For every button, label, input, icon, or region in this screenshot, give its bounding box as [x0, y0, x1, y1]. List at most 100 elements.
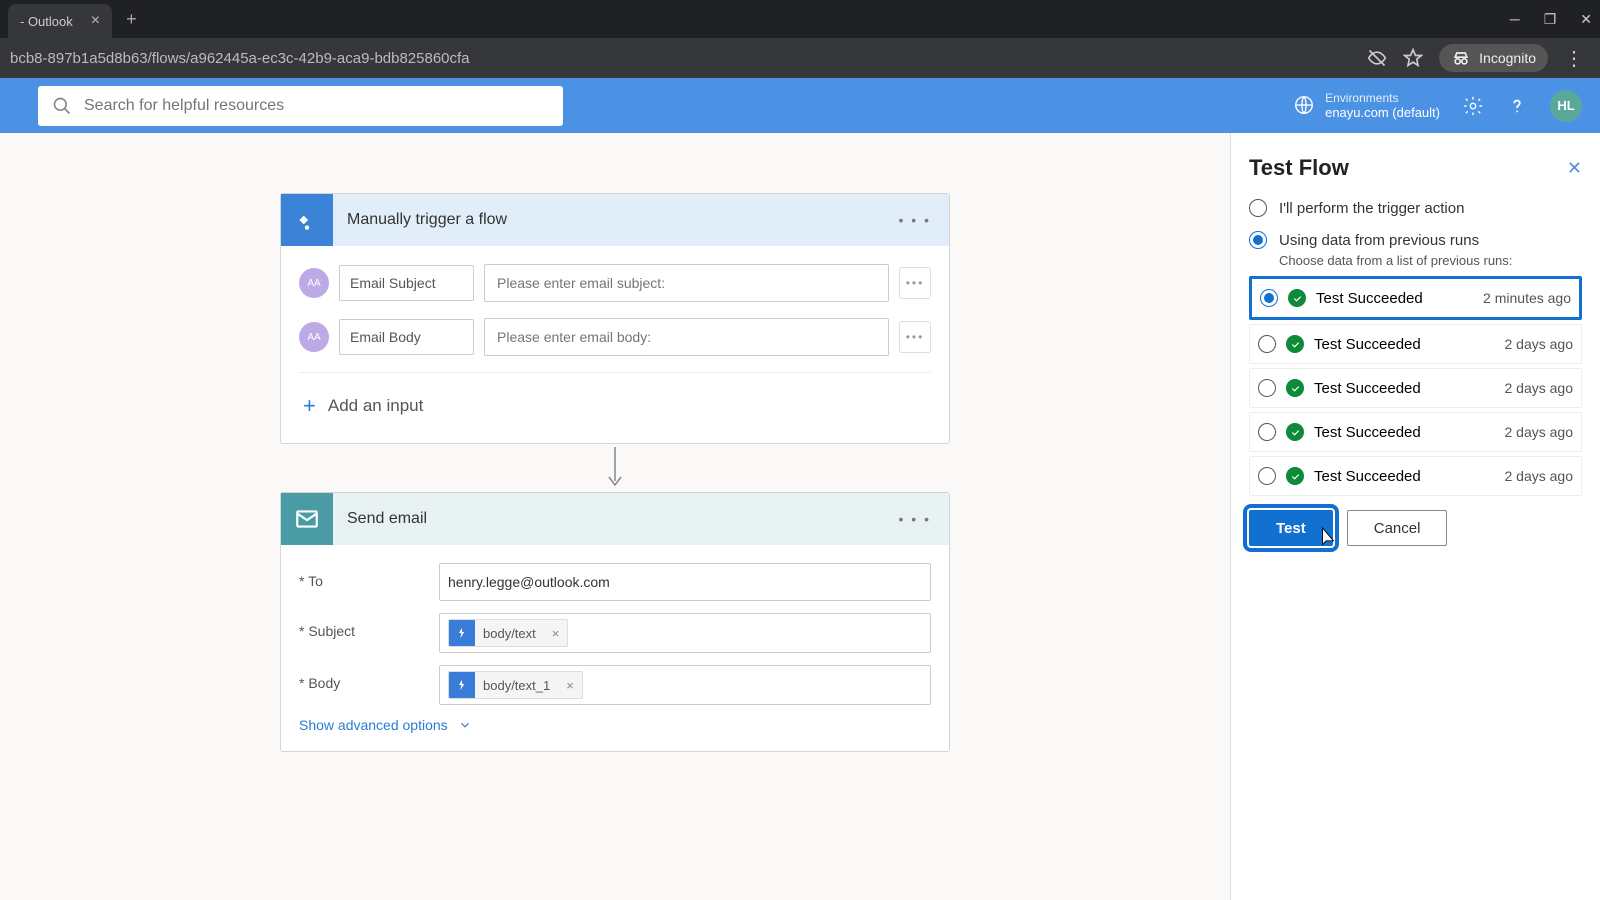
maximize-icon[interactable]: ❐ [1544, 11, 1557, 28]
token-remove-icon[interactable]: × [544, 626, 568, 641]
to-field[interactable]: henry.legge@outlook.com [439, 563, 931, 601]
user-avatar[interactable]: HL [1550, 90, 1582, 122]
dynamic-token[interactable]: body/text × [448, 619, 568, 647]
run-time: 2 days ago [1505, 336, 1574, 352]
star-icon[interactable] [1403, 48, 1423, 68]
settings-icon[interactable] [1462, 95, 1484, 117]
subject-label: * Subject [299, 613, 439, 639]
advanced-label: Show advanced options [299, 717, 448, 733]
option-manual-label: I'll perform the trigger action [1279, 200, 1464, 217]
test-button[interactable]: Test [1249, 510, 1333, 546]
radio-icon [1249, 199, 1267, 217]
input-row-menu-icon[interactable]: ••• [899, 267, 931, 299]
action-menu-icon[interactable]: • • • [899, 511, 931, 527]
search-box[interactable] [38, 86, 563, 126]
window-controls: ─ ❐ ✕ [1510, 11, 1592, 28]
run-time: 2 minutes ago [1483, 290, 1571, 306]
dynamic-token[interactable]: body/text_1 × [448, 671, 583, 699]
input-row-menu-icon[interactable]: ••• [899, 321, 931, 353]
token-icon [449, 620, 475, 646]
minimize-icon[interactable]: ─ [1510, 11, 1520, 28]
chevron-down-icon [458, 718, 472, 732]
choose-note: Choose data from a list of previous runs… [1279, 253, 1582, 268]
search-icon [52, 96, 72, 116]
eye-off-icon[interactable] [1367, 48, 1387, 68]
option-previous-label: Using data from previous runs [1279, 232, 1479, 249]
success-icon [1286, 423, 1304, 441]
run-status-label: Test Succeeded [1316, 290, 1423, 307]
run-item[interactable]: Test Succeeded 2 days ago [1249, 456, 1582, 496]
run-status-label: Test Succeeded [1314, 424, 1421, 441]
token-label: body/text [475, 626, 544, 641]
env-value: enayu.com (default) [1325, 105, 1440, 121]
trigger-card-header[interactable]: Manually trigger a flow • • • [281, 194, 949, 246]
run-list: Test Succeeded 2 minutes ago Test Succee… [1249, 276, 1582, 496]
run-status-label: Test Succeeded [1314, 336, 1421, 353]
text-type-icon: AA [299, 268, 329, 298]
environment-picker[interactable]: Environments enayu.com (default) [1293, 91, 1440, 121]
success-icon [1286, 467, 1304, 485]
run-time: 2 days ago [1505, 468, 1574, 484]
radio-icon [1260, 289, 1278, 307]
text-type-icon: AA [299, 322, 329, 352]
close-window-icon[interactable]: ✕ [1580, 11, 1592, 28]
add-input-button[interactable]: + Add an input [299, 387, 931, 425]
divider [299, 372, 931, 373]
help-icon[interactable] [1506, 95, 1528, 117]
run-item[interactable]: Test Succeeded 2 days ago [1249, 324, 1582, 364]
env-label: Environments [1325, 91, 1440, 105]
search-input[interactable] [84, 97, 549, 115]
option-manual[interactable]: I'll perform the trigger action [1249, 199, 1582, 217]
globe-icon [1293, 94, 1315, 116]
action-card: Send email • • • * To henry.legge@outloo… [280, 492, 950, 752]
radio-icon [1249, 231, 1267, 249]
app-header: Environments enayu.com (default) HL [0, 78, 1600, 133]
trigger-card: Manually trigger a flow • • • AA Email S… [280, 193, 950, 444]
add-input-label: Add an input [328, 396, 423, 416]
input-placeholder-field[interactable] [484, 264, 889, 302]
incognito-badge[interactable]: Incognito [1439, 44, 1548, 72]
input-label[interactable]: Email Subject [339, 265, 474, 301]
browser-tab-strip: - Outlook × + ─ ❐ ✕ [0, 0, 1600, 38]
input-label[interactable]: Email Body [339, 319, 474, 355]
action-card-header[interactable]: Send email • • • [281, 493, 949, 545]
plus-icon: + [303, 393, 316, 419]
body-field[interactable]: body/text_1 × [439, 665, 931, 705]
panel-close-icon[interactable]: ✕ [1567, 158, 1582, 179]
radio-icon [1258, 379, 1276, 397]
token-label: body/text_1 [475, 678, 558, 693]
option-previous[interactable]: Using data from previous runs [1249, 231, 1582, 249]
run-time: 2 days ago [1505, 424, 1574, 440]
token-remove-icon[interactable]: × [558, 678, 582, 693]
email-icon [281, 493, 333, 545]
success-icon [1286, 379, 1304, 397]
radio-icon [1258, 423, 1276, 441]
browser-menu-icon[interactable]: ⋮ [1564, 46, 1584, 71]
trigger-menu-icon[interactable]: • • • [899, 212, 931, 228]
input-placeholder-field[interactable] [484, 318, 889, 356]
subject-field[interactable]: body/text × [439, 613, 931, 653]
run-item[interactable]: Test Succeeded 2 days ago [1249, 368, 1582, 408]
tab-close-icon[interactable]: × [91, 12, 100, 30]
success-icon [1288, 289, 1306, 307]
run-item[interactable]: Test Succeeded 2 minutes ago [1249, 276, 1582, 320]
url-text[interactable]: bcb8-897b1a5d8b63/flows/a962445a-ec3c-42… [10, 50, 1367, 67]
trigger-input-row: AA Email Body ••• [299, 318, 931, 356]
trigger-icon [281, 194, 333, 246]
action-title: Send email [347, 510, 427, 528]
token-icon [449, 672, 475, 698]
show-advanced-link[interactable]: Show advanced options [299, 717, 931, 733]
panel-title: Test Flow [1249, 155, 1349, 181]
test-flow-panel: Test Flow ✕ I'll perform the trigger act… [1230, 133, 1600, 900]
cancel-button[interactable]: Cancel [1347, 510, 1448, 546]
trigger-title: Manually trigger a flow [347, 211, 507, 229]
radio-icon [1258, 335, 1276, 353]
address-bar: bcb8-897b1a5d8b63/flows/a962445a-ec3c-42… [0, 38, 1600, 78]
flow-canvas: Manually trigger a flow • • • AA Email S… [0, 133, 1230, 900]
new-tab-button[interactable]: + [126, 9, 137, 30]
browser-tab[interactable]: - Outlook × [8, 4, 112, 39]
trigger-input-row: AA Email Subject ••• [299, 264, 931, 302]
run-item[interactable]: Test Succeeded 2 days ago [1249, 412, 1582, 452]
success-icon [1286, 335, 1304, 353]
to-label: * To [299, 563, 439, 589]
